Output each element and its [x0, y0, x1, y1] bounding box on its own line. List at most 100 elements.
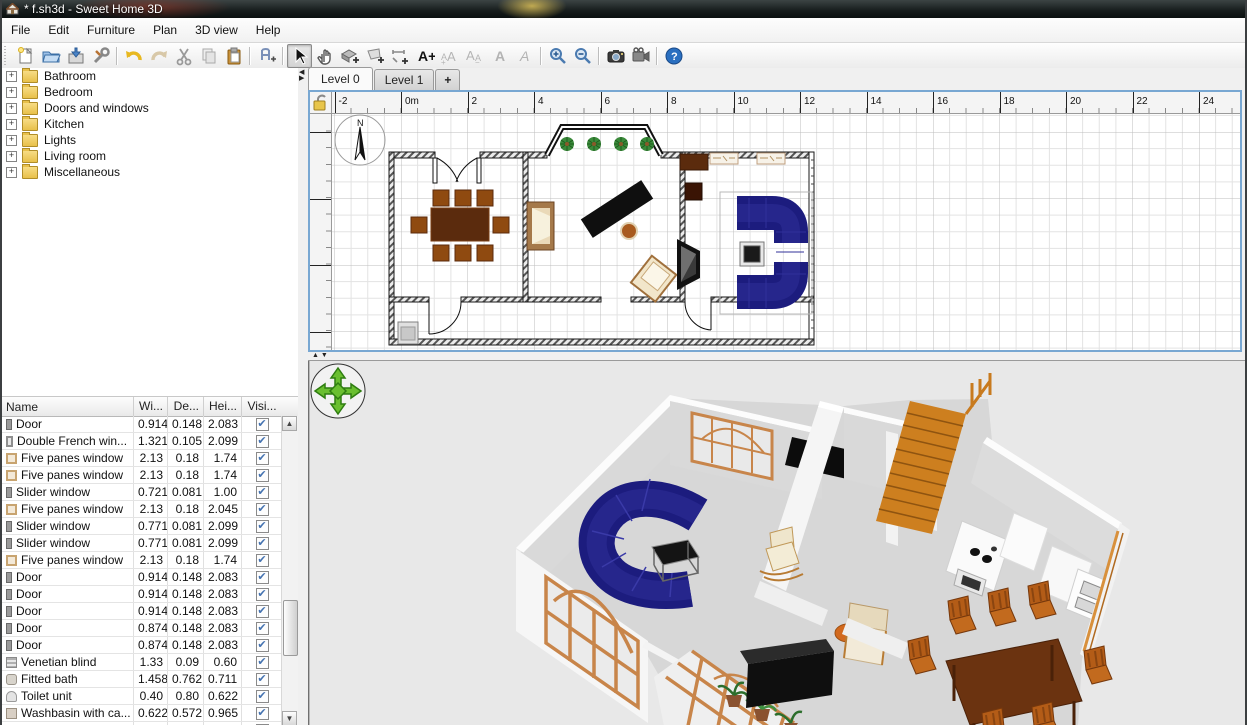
visible-checkbox[interactable]: ✔ [256, 503, 269, 516]
armchair-plan[interactable] [527, 202, 554, 250]
table-row[interactable]: Venetian blind 1.33 0.09 0.60 ✔ [2, 654, 282, 671]
table-row[interactable]: Double French win... 1.321 0.105 2.099 ✔ [2, 433, 282, 450]
add-level-tab[interactable]: + [435, 69, 460, 90]
tab-level-0[interactable]: Level 0 [308, 67, 373, 90]
expand-icon[interactable]: + [6, 103, 17, 114]
splitter-collapse-icons-2[interactable]: ▲ ▼ [312, 352, 328, 359]
sideboard-plan[interactable] [680, 154, 708, 170]
table-row[interactable]: Door 0.874 0.148 2.083 ✔ [2, 620, 282, 637]
furniture-list-scrollbar[interactable]: ▲ ▼ [281, 416, 298, 725]
table-row[interactable]: Door 0.914 0.148 2.083 ✔ [2, 603, 282, 620]
tree-item-miscellaneous[interactable]: +Miscellaneous [2, 164, 298, 180]
visible-checkbox[interactable]: ✔ [256, 452, 269, 465]
open-button[interactable] [38, 44, 63, 68]
menu-help[interactable]: Help [247, 19, 290, 41]
expand-icon[interactable]: + [6, 135, 17, 146]
tree-item-bathroom[interactable]: +Bathroom [2, 68, 298, 84]
scrollbar-thumb[interactable] [283, 600, 298, 656]
copy-button[interactable] [196, 44, 221, 68]
create-walls-button[interactable] [337, 44, 362, 68]
select-button[interactable] [287, 44, 312, 68]
expand-icon[interactable]: + [6, 167, 17, 178]
tree-item-living-room[interactable]: +Living room [2, 148, 298, 164]
menu-file[interactable]: File [2, 19, 39, 41]
expand-icon[interactable]: + [6, 151, 17, 162]
toolbar-drag-handle[interactable] [4, 46, 10, 66]
table-row[interactable]: Five panes window 2.13 0.18 1.74 ✔ [2, 450, 282, 467]
menu-plan[interactable]: Plan [144, 19, 186, 41]
zoom-out-button[interactable] [570, 44, 595, 68]
menu-edit[interactable]: Edit [39, 19, 78, 41]
add-texts-button[interactable]: A+ [412, 44, 437, 68]
view-3d[interactable] [308, 360, 1247, 725]
coffee-table-plan[interactable] [740, 242, 764, 266]
stool-plan[interactable] [621, 223, 637, 239]
preferences-button[interactable] [88, 44, 113, 68]
create-photo-button[interactable] [603, 44, 628, 68]
visible-checkbox[interactable]: ✔ [256, 690, 269, 703]
expand-icon[interactable]: + [6, 87, 17, 98]
menu-furniture[interactable]: Furniture [78, 19, 144, 41]
create-dimensions-button[interactable] [387, 44, 412, 68]
add-furniture-button[interactable] [254, 44, 279, 68]
visible-checkbox[interactable]: ✔ [256, 537, 269, 550]
italic-button[interactable]: A [512, 44, 537, 68]
visible-checkbox[interactable]: ✔ [256, 656, 269, 669]
table-row[interactable]: Door 0.914 0.148 2.083 ✔ [2, 416, 282, 433]
table-row[interactable]: Door 0.874 0.148 2.083 ✔ [2, 637, 282, 654]
column-header-width[interactable]: Wi... [134, 397, 168, 416]
tree-item-bedroom[interactable]: +Bedroom [2, 84, 298, 100]
furniture-catalog-tree[interactable]: +Bathroom+Bedroom+Doors and windows+Kitc… [2, 68, 298, 396]
create-rooms-button[interactable] [362, 44, 387, 68]
cabinet-plan[interactable] [685, 183, 702, 200]
undo-button[interactable] [121, 44, 146, 68]
table-row[interactable]: Five panes window 2.13 0.18 1.74 ✔ [2, 467, 282, 484]
expand-icon[interactable]: + [6, 71, 17, 82]
visible-checkbox[interactable]: ✔ [256, 622, 269, 635]
bold-button[interactable]: A [487, 44, 512, 68]
visible-checkbox[interactable]: ✔ [256, 486, 269, 499]
table-row[interactable]: Toilet unit 0.40 0.80 0.622 ✔ [2, 688, 282, 705]
zoom-in-button[interactable] [545, 44, 570, 68]
scroll-up-arrow[interactable]: ▲ [282, 416, 297, 431]
splitter-collapse-icons[interactable]: ◀▶ [299, 70, 304, 82]
table-row[interactable]: Washbasin with ca... 0.622 0.572 0.965 ✔ [2, 705, 282, 722]
visible-checkbox[interactable]: ✔ [256, 520, 269, 533]
visible-checkbox[interactable]: ✔ [256, 435, 269, 448]
menu-3d-view[interactable]: 3D view [186, 19, 247, 41]
visible-checkbox[interactable]: ✔ [256, 418, 269, 431]
table-row[interactable]: Door 0.914 0.148 2.083 ✔ [2, 569, 282, 586]
visible-checkbox[interactable]: ✔ [256, 707, 269, 720]
table-row[interactable]: Five panes window 2.13 0.18 1.74 ✔ [2, 552, 282, 569]
visible-checkbox[interactable]: ✔ [256, 554, 269, 567]
visible-checkbox[interactable]: ✔ [256, 571, 269, 584]
increase-text-size-button[interactable]: AA+ [437, 44, 462, 68]
visible-checkbox[interactable]: ✔ [256, 469, 269, 482]
tab-level-1[interactable]: Level 1 [374, 69, 435, 90]
table-row[interactable]: Slider window 0.721 0.081 1.00 ✔ [2, 484, 282, 501]
tree-item-doors-and-windows[interactable]: +Doors and windows [2, 100, 298, 116]
plan-view[interactable]: -20m24681012141618202224 0m246 [308, 90, 1242, 352]
paste-button[interactable] [221, 44, 246, 68]
column-header-visible[interactable]: Visi... [242, 397, 282, 416]
table-row[interactable]: Door 0.914 0.148 2.083 ✔ [2, 586, 282, 603]
tree-item-kitchen[interactable]: +Kitchen [2, 116, 298, 132]
vertical-splitter[interactable]: ◀▶ [298, 68, 308, 725]
redo-button[interactable] [146, 44, 171, 68]
save-button[interactable] [63, 44, 88, 68]
table-row[interactable]: Fitted bath 1.458 0.762 0.711 ✔ [2, 671, 282, 688]
title-bar[interactable]: * f.sh3d - Sweet Home 3D [2, 0, 1245, 18]
visible-checkbox[interactable]: ✔ [256, 605, 269, 618]
cut-button[interactable] [171, 44, 196, 68]
table-row[interactable]: Slider window 0.771 0.081 2.099 ✔ [2, 518, 282, 535]
horizontal-splitter[interactable]: ▲ ▼ [308, 352, 1247, 360]
lock-icon[interactable] [310, 92, 332, 114]
pan-button[interactable] [312, 44, 337, 68]
table-row[interactable]: Slider window 0.771 0.081 2.099 ✔ [2, 535, 282, 552]
table-row[interactable]: Five panes window 2.13 0.18 2.045 ✔ [2, 501, 282, 518]
scroll-down-arrow[interactable]: ▼ [282, 711, 297, 725]
visible-checkbox[interactable]: ✔ [256, 639, 269, 652]
decrease-text-size-button[interactable]: AA− [462, 44, 487, 68]
navigation-compass[interactable] [311, 364, 365, 418]
plan-canvas[interactable]: N [332, 114, 1240, 350]
